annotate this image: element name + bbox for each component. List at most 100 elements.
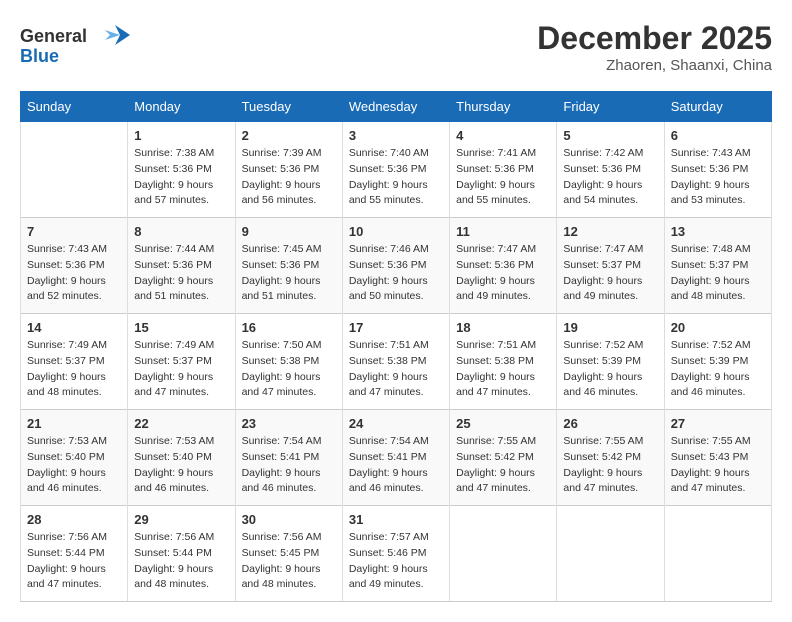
day-info: Sunrise: 7:56 AM Sunset: 5:45 PM Dayligh… xyxy=(242,530,336,593)
day-info: Sunrise: 7:50 AM Sunset: 5:38 PM Dayligh… xyxy=(242,338,336,401)
day-info: Sunrise: 7:47 AM Sunset: 5:37 PM Dayligh… xyxy=(563,242,657,305)
calendar-cell: 5 Sunrise: 7:42 AM Sunset: 5:36 PM Daylig… xyxy=(557,122,664,218)
day-info: Sunrise: 7:41 AM Sunset: 5:36 PM Dayligh… xyxy=(456,146,550,209)
day-number: 17 xyxy=(349,320,443,335)
day-of-week-header: Wednesday xyxy=(342,92,449,122)
calendar-cell: 24 Sunrise: 7:54 AM Sunset: 5:41 PM Dayli… xyxy=(342,410,449,506)
calendar-cell: 16Sunrise: 7:50 AM Sunset: 5:38 PM Dayli… xyxy=(235,314,342,410)
calendar-cell: 14 Sunrise: 7:49 AM Sunset: 5:37 PM Dayli… xyxy=(21,314,128,410)
day-number: 29 xyxy=(134,512,228,527)
calendar-cell xyxy=(664,506,771,602)
day-info: Sunrise: 7:47 AM Sunset: 5:36 PM Dayligh… xyxy=(456,242,550,305)
day-number: 14 xyxy=(27,320,121,335)
day-info: Sunrise: 7:52 AM Sunset: 5:39 PM Dayligh… xyxy=(671,338,765,401)
day-info: Sunrise: 7:56 AM Sunset: 5:44 PM Dayligh… xyxy=(134,530,228,593)
calendar-cell: 23 Sunrise: 7:54 AM Sunset: 5:41 PM Dayli… xyxy=(235,410,342,506)
day-number: 6 xyxy=(671,128,765,143)
day-number: 30 xyxy=(242,512,336,527)
day-number: 11 xyxy=(456,224,550,239)
day-of-week-header: Friday xyxy=(557,92,664,122)
day-number: 27 xyxy=(671,416,765,431)
day-number: 20 xyxy=(671,320,765,335)
day-info: Sunrise: 7:55 AM Sunset: 5:43 PM Dayligh… xyxy=(671,434,765,497)
day-info: Sunrise: 7:51 AM Sunset: 5:38 PM Dayligh… xyxy=(456,338,550,401)
day-number: 5 xyxy=(563,128,657,143)
day-info: Sunrise: 7:42 AM Sunset: 5:36 PM Dayligh… xyxy=(563,146,657,209)
calendar-cell: 7Sunrise: 7:43 AM Sunset: 5:36 PM Daylig… xyxy=(21,218,128,314)
calendar-cell: 28 Sunrise: 7:56 AM Sunset: 5:44 PM Dayli… xyxy=(21,506,128,602)
day-info: Sunrise: 7:49 AM Sunset: 5:37 PM Dayligh… xyxy=(27,338,121,401)
calendar-cell xyxy=(450,506,557,602)
calendar-cell: 18 Sunrise: 7:51 AM Sunset: 5:38 PM Dayli… xyxy=(450,314,557,410)
day-info: Sunrise: 7:45 AM Sunset: 5:36 PM Dayligh… xyxy=(242,242,336,305)
day-number: 24 xyxy=(349,416,443,431)
logo: General Blue xyxy=(20,20,130,75)
location-subtitle: Zhaoren, Shaanxi, China xyxy=(537,57,772,74)
day-number: 23 xyxy=(242,416,336,431)
day-number: 25 xyxy=(456,416,550,431)
calendar-cell xyxy=(557,506,664,602)
day-number: 10 xyxy=(349,224,443,239)
calendar-cell xyxy=(21,122,128,218)
calendar-week-row: 21Sunrise: 7:53 AM Sunset: 5:40 PM Dayli… xyxy=(21,410,772,506)
calendar-cell: 27 Sunrise: 7:55 AM Sunset: 5:43 PM Dayli… xyxy=(664,410,771,506)
day-number: 8 xyxy=(134,224,228,239)
calendar-week-row: 7Sunrise: 7:43 AM Sunset: 5:36 PM Daylig… xyxy=(21,218,772,314)
page-header: General Blue December 2025 Zhaoren, Shaa… xyxy=(20,20,772,75)
svg-text:General: General xyxy=(20,26,87,46)
day-info: Sunrise: 7:39 AM Sunset: 5:36 PM Dayligh… xyxy=(242,146,336,209)
day-number: 15 xyxy=(134,320,228,335)
calendar-cell: 15Sunrise: 7:49 AM Sunset: 5:37 PM Dayli… xyxy=(128,314,235,410)
calendar-week-row: 1 Sunrise: 7:38 AM Sunset: 5:36 PM Daylig… xyxy=(21,122,772,218)
logo-text: General Blue xyxy=(20,20,130,75)
day-number: 3 xyxy=(349,128,443,143)
calendar-cell: 1 Sunrise: 7:38 AM Sunset: 5:36 PM Daylig… xyxy=(128,122,235,218)
calendar-cell: 26 Sunrise: 7:55 AM Sunset: 5:42 PM Dayli… xyxy=(557,410,664,506)
calendar-cell: 17 Sunrise: 7:51 AM Sunset: 5:38 PM Dayli… xyxy=(342,314,449,410)
day-info: Sunrise: 7:53 AM Sunset: 5:40 PM Dayligh… xyxy=(134,434,228,497)
day-info: Sunrise: 7:51 AM Sunset: 5:38 PM Dayligh… xyxy=(349,338,443,401)
title-block: December 2025 Zhaoren, Shaanxi, China xyxy=(537,20,772,74)
calendar-cell: 19Sunrise: 7:52 AM Sunset: 5:39 PM Dayli… xyxy=(557,314,664,410)
day-info: Sunrise: 7:55 AM Sunset: 5:42 PM Dayligh… xyxy=(563,434,657,497)
day-number: 18 xyxy=(456,320,550,335)
day-info: Sunrise: 7:44 AM Sunset: 5:36 PM Dayligh… xyxy=(134,242,228,305)
calendar-cell: 8 Sunrise: 7:44 AM Sunset: 5:36 PM Daylig… xyxy=(128,218,235,314)
day-info: Sunrise: 7:53 AM Sunset: 5:40 PM Dayligh… xyxy=(27,434,121,497)
day-info: Sunrise: 7:43 AM Sunset: 5:36 PM Dayligh… xyxy=(671,146,765,209)
calendar-header: SundayMondayTuesdayWednesdayThursdayFrid… xyxy=(21,92,772,122)
day-number: 22 xyxy=(134,416,228,431)
calendar-cell: 22 Sunrise: 7:53 AM Sunset: 5:40 PM Dayli… xyxy=(128,410,235,506)
day-info: Sunrise: 7:54 AM Sunset: 5:41 PM Dayligh… xyxy=(349,434,443,497)
day-info: Sunrise: 7:48 AM Sunset: 5:37 PM Dayligh… xyxy=(671,242,765,305)
day-of-week-header: Monday xyxy=(128,92,235,122)
day-number: 4 xyxy=(456,128,550,143)
day-number: 28 xyxy=(27,512,121,527)
calendar-cell: 30 Sunrise: 7:56 AM Sunset: 5:45 PM Dayli… xyxy=(235,506,342,602)
day-number: 1 xyxy=(134,128,228,143)
calendar-cell: 29 Sunrise: 7:56 AM Sunset: 5:44 PM Dayli… xyxy=(128,506,235,602)
calendar-cell: 6 Sunrise: 7:43 AM Sunset: 5:36 PM Daylig… xyxy=(664,122,771,218)
day-of-week-header: Tuesday xyxy=(235,92,342,122)
day-number: 12 xyxy=(563,224,657,239)
day-number: 13 xyxy=(671,224,765,239)
day-info: Sunrise: 7:40 AM Sunset: 5:36 PM Dayligh… xyxy=(349,146,443,209)
calendar-cell: 31Sunrise: 7:57 AM Sunset: 5:46 PM Dayli… xyxy=(342,506,449,602)
day-of-week-header: Thursday xyxy=(450,92,557,122)
day-number: 31 xyxy=(349,512,443,527)
day-number: 26 xyxy=(563,416,657,431)
calendar-cell: 12 Sunrise: 7:47 AM Sunset: 5:37 PM Dayli… xyxy=(557,218,664,314)
day-number: 7 xyxy=(27,224,121,239)
day-info: Sunrise: 7:56 AM Sunset: 5:44 PM Dayligh… xyxy=(27,530,121,593)
calendar-cell: 3 Sunrise: 7:40 AM Sunset: 5:36 PM Daylig… xyxy=(342,122,449,218)
day-info: Sunrise: 7:38 AM Sunset: 5:36 PM Dayligh… xyxy=(134,146,228,209)
calendar-week-row: 14 Sunrise: 7:49 AM Sunset: 5:37 PM Dayli… xyxy=(21,314,772,410)
calendar-cell: 9Sunrise: 7:45 AM Sunset: 5:36 PM Daylig… xyxy=(235,218,342,314)
day-info: Sunrise: 7:55 AM Sunset: 5:42 PM Dayligh… xyxy=(456,434,550,497)
day-of-week-header: Sunday xyxy=(21,92,128,122)
day-number: 2 xyxy=(242,128,336,143)
calendar-cell: 4 Sunrise: 7:41 AM Sunset: 5:36 PM Daylig… xyxy=(450,122,557,218)
calendar-cell: 20 Sunrise: 7:52 AM Sunset: 5:39 PM Dayli… xyxy=(664,314,771,410)
month-title: December 2025 xyxy=(537,20,772,57)
day-info: Sunrise: 7:54 AM Sunset: 5:41 PM Dayligh… xyxy=(242,434,336,497)
